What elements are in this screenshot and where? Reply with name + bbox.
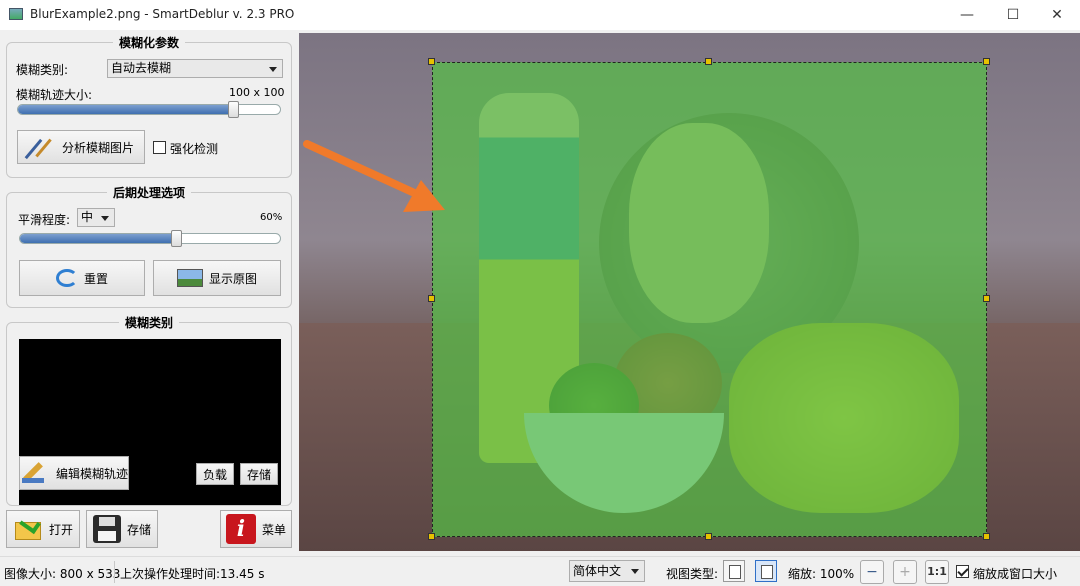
view-single-button[interactable] [755,560,777,582]
smooth-slider[interactable] [19,233,281,244]
chevron-down-icon [269,67,277,72]
orange-arrow-icon [303,140,445,212]
postprocess-title: 后期处理选项 [106,186,191,200]
blur-type-value: 自动去模糊 [111,61,172,75]
blur-size-slider[interactable] [17,104,281,115]
selection-handle-bl[interactable] [428,533,435,540]
reset-label: 重置 [83,271,108,286]
app-icon [9,8,23,20]
reset-icon [55,269,78,287]
blur-size-slider-thumb[interactable] [228,101,240,118]
analyze-blur-button[interactable]: 分析模糊图片 [17,130,145,164]
control-panel: 模糊化参数 模糊类别: 自动去模糊 模糊轨迹大小: 100 x 100 分析模糊… [0,30,298,556]
floppy-disk-icon [92,515,121,543]
save-image-button[interactable]: 存储 [86,510,158,548]
view-split-button[interactable] [723,560,745,582]
magic-wand-icon [28,135,56,159]
language-select[interactable]: 简体中文 [569,560,645,582]
last-op-time-text: 上次操作处理时间:13.45 s [120,567,265,581]
open-button[interactable]: 打开 [6,510,80,548]
window-title: BlurExample2.png - SmartDeblur v. 2.3 PR… [30,7,295,21]
analyze-blur-label: 分析模糊图片 [61,140,134,155]
status-bar: 图像大小: 800 x 533 上次操作处理时间:13.45 s 简体中文 视图… [0,556,1080,586]
zoom-in-icon[interactable]: + [893,560,917,584]
menu-button[interactable]: i 菜单 [220,510,292,548]
blur-size-slider-fill [18,105,235,114]
save-kernel-button[interactable]: 存储 [240,463,278,485]
chevron-down-icon [631,569,639,574]
open-folder-icon [13,516,43,542]
selection-handle-b[interactable] [705,533,712,540]
blur-type-select[interactable]: 自动去模糊 [107,59,283,78]
fit-window-checkbox[interactable] [956,565,969,578]
selection-handle-t[interactable] [705,58,712,65]
minimize-button[interactable]: — [944,0,990,30]
show-original-label: 显示原图 [208,271,257,286]
image-viewer[interactable] [299,33,1080,551]
image-size-text: 图像大小: 800 x 533 [4,567,121,581]
zoom-label: 缩放: 100% [788,567,855,581]
kernel-title: 模糊类别 [118,316,179,330]
menu-label: 菜单 [261,522,286,537]
kernel-group: 模糊类别 编辑模糊轨迹 负载 存储 [6,316,292,506]
maximize-button[interactable]: ☐ [990,0,1036,30]
selection-handle-l[interactable] [428,295,435,302]
selection-handle-r[interactable] [983,295,990,302]
zoom-1to1-button[interactable]: 1:1 [925,560,949,584]
smooth-label: 平滑程度: [18,213,71,227]
chevron-down-icon [101,216,109,221]
smooth-value: 中 [81,210,94,224]
pencil-icon [20,461,50,485]
blur-size-label: 模糊轨迹大小: [16,88,93,102]
fit-window-label: 缩放成窗口大小 [973,567,1058,581]
load-kernel-button[interactable]: 负载 [196,463,234,485]
postprocess-group: 后期处理选项 平滑程度: 中 60% 重置 显示原图 [6,186,292,308]
photo-icon [176,269,203,287]
smooth-select[interactable]: 中 [77,208,115,227]
load-kernel-label: 负载 [202,467,227,482]
enhance-detect-label: 强化检测 [170,142,219,156]
selection-overlay[interactable] [432,62,987,537]
edit-kernel-label: 编辑模糊轨迹 [56,466,129,481]
smooth-slider-thumb[interactable] [171,230,183,247]
smooth-percent: 60% [260,212,283,223]
close-button[interactable]: ✕ [1034,0,1080,30]
view-type-label: 视图类型: [666,567,719,581]
save-kernel-label: 存储 [246,467,271,482]
zoom-out-icon[interactable]: − [860,560,884,584]
language-value: 简体中文 [573,564,622,578]
smooth-slider-fill [20,234,178,243]
selection-handle-tl[interactable] [428,58,435,65]
status-separator [114,561,115,583]
blur-size-value: 100 x 100 [229,86,285,99]
enhance-detect-checkbox[interactable] [153,141,166,154]
edit-kernel-button[interactable]: 编辑模糊轨迹 [19,456,129,490]
selection-handle-br[interactable] [983,533,990,540]
reset-button[interactable]: 重置 [19,260,145,296]
title-bar: BlurExample2.png - SmartDeblur v. 2.3 PR… [0,0,1080,30]
blur-params-title: 模糊化参数 [112,36,185,50]
selection-handle-tr[interactable] [983,58,990,65]
blur-params-group: 模糊化参数 模糊类别: 自动去模糊 模糊轨迹大小: 100 x 100 分析模糊… [6,36,292,178]
show-original-button[interactable]: 显示原图 [153,260,281,296]
blur-type-label: 模糊类别: [16,63,69,77]
save-image-label: 存储 [126,522,151,537]
info-icon: i [225,514,256,544]
open-label: 打开 [48,522,73,537]
